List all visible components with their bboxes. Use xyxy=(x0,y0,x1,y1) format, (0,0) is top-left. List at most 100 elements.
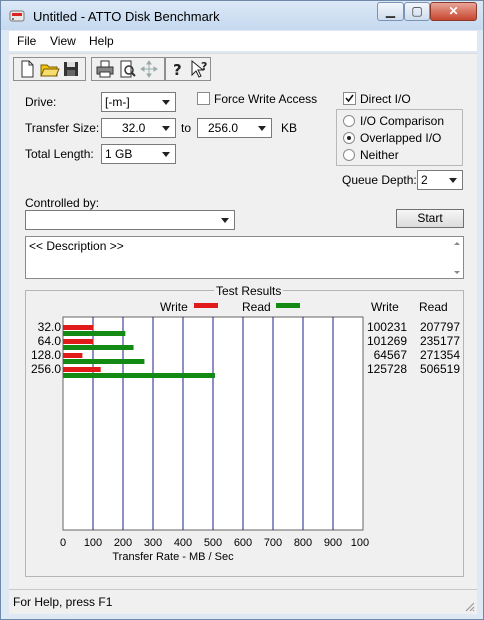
force-write-checkbox[interactable] xyxy=(197,92,210,105)
resize-grip-icon[interactable] xyxy=(463,600,475,612)
read-bar xyxy=(63,373,215,378)
print-preview-icon[interactable] xyxy=(116,58,138,80)
chevron-down-icon xyxy=(162,126,170,131)
menu-file[interactable]: File xyxy=(17,34,36,48)
x-tick-label: 300 xyxy=(144,537,162,549)
controlled-by-label: Controlled by: xyxy=(25,196,100,210)
transfer-to-value: 256.0 xyxy=(208,121,239,135)
test-results-title: Test Results xyxy=(214,284,284,298)
new-file-icon[interactable] xyxy=(16,58,38,80)
toolbar-group-file xyxy=(13,57,86,81)
start-button[interactable]: Start xyxy=(396,209,464,228)
open-folder-icon[interactable] xyxy=(38,58,60,80)
legend-write-swatch xyxy=(194,303,218,308)
toolbar-group-help: ? ? xyxy=(165,57,211,81)
direct-io-label: Direct I/O xyxy=(360,92,411,106)
minimize-button[interactable]: ▁ xyxy=(377,2,404,21)
read-bar xyxy=(63,331,126,336)
column-header-read: Read xyxy=(419,300,448,314)
x-tick-label: 500 xyxy=(204,537,222,549)
radio-selected-dot xyxy=(347,136,351,140)
svg-text:?: ? xyxy=(173,61,182,79)
transfer-size-label: Transfer Size: xyxy=(25,121,100,135)
overlapped-io-label: Overlapped I/O xyxy=(360,131,442,145)
to-label: to xyxy=(181,121,192,135)
queue-depth-value: 2 xyxy=(421,173,428,187)
row-read-value: 235177 xyxy=(419,334,460,348)
move-icon[interactable] xyxy=(138,58,160,80)
status-bar: For Help, press F1 xyxy=(9,589,477,614)
transfer-size-from-select[interactable]: 32.0 xyxy=(101,118,176,138)
queue-depth-label: Queue Depth: xyxy=(342,173,417,187)
read-bar xyxy=(63,359,145,364)
chevron-down-icon xyxy=(258,126,266,131)
row-read-value: 207797 xyxy=(419,320,460,334)
menu-view[interactable]: View xyxy=(50,34,76,48)
queue-depth-select[interactable]: 2 xyxy=(417,170,463,190)
toolbar: ? ? xyxy=(9,53,477,83)
x-tick-label: 200 xyxy=(114,537,132,549)
x-tick-label: 400 xyxy=(174,537,192,549)
description-box[interactable]: << Description >> xyxy=(25,236,464,279)
checkmark-icon xyxy=(345,94,354,103)
description-scrollbar[interactable] xyxy=(452,238,462,278)
toolbar-group-print xyxy=(91,57,165,81)
x-tick-label: 1000 xyxy=(351,537,369,549)
start-button-label: Start xyxy=(417,211,443,225)
chevron-down-icon xyxy=(449,178,457,183)
app-window: Untitled - ATTO Disk Benchmark ▁ ▢ ✕ Fil… xyxy=(0,0,484,620)
description-text: << Description >> xyxy=(29,239,124,253)
transfer-size-to-select[interactable]: 256.0 xyxy=(197,118,272,138)
app-icon xyxy=(9,10,25,22)
io-comparison-label: I/O Comparison xyxy=(360,114,445,128)
status-text: For Help, press F1 xyxy=(13,595,113,609)
minimize-icon: ▁ xyxy=(385,4,396,18)
x-tick-label: 700 xyxy=(264,537,282,549)
column-header-write: Write xyxy=(371,300,399,314)
drive-value: [-m-] xyxy=(105,95,130,109)
drive-label: Drive: xyxy=(25,95,57,109)
svg-text:?: ? xyxy=(201,60,207,73)
help-icon[interactable]: ? xyxy=(166,58,188,80)
row-read-value: 271354 xyxy=(419,348,460,362)
print-icon[interactable] xyxy=(94,58,116,80)
write-bar xyxy=(63,367,101,372)
read-bar xyxy=(63,345,134,350)
kb-label: KB xyxy=(281,121,298,135)
io-comparison-radio[interactable] xyxy=(343,115,355,127)
force-write-label: Force Write Access xyxy=(214,92,318,106)
legend-read-swatch xyxy=(276,303,300,308)
context-help-icon[interactable]: ? xyxy=(188,58,210,80)
neither-radio[interactable] xyxy=(343,149,355,161)
overlapped-io-radio[interactable] xyxy=(343,132,355,144)
write-bar xyxy=(63,353,83,358)
x-tick-label: 600 xyxy=(234,537,252,549)
row-read-value: 506519 xyxy=(419,362,460,376)
window-title: Untitled - ATTO Disk Benchmark xyxy=(33,9,220,24)
drive-select[interactable]: [-m-] xyxy=(101,92,176,112)
total-length-select[interactable]: 1 GB xyxy=(101,144,176,164)
total-length-label: Total Length: xyxy=(25,147,94,161)
maximize-button[interactable]: ▢ xyxy=(404,2,430,21)
save-icon[interactable] xyxy=(60,58,82,80)
chevron-down-icon xyxy=(221,218,229,223)
x-tick-label: 900 xyxy=(324,537,342,549)
controlled-by-select[interactable] xyxy=(25,210,235,230)
menu-help[interactable]: Help xyxy=(89,34,114,48)
write-bar xyxy=(63,339,94,344)
x-tick-label: 100 xyxy=(84,537,102,549)
transfer-rate-chart: 0 100 200 300 400 500 600 700 800 900 1000 Transfer… xyxy=(60,316,369,563)
close-icon: ✕ xyxy=(448,4,459,18)
total-length-value: 1 GB xyxy=(105,147,133,161)
title-bar[interactable]: Untitled - ATTO Disk Benchmark ▁ ▢ ✕ xyxy=(1,1,483,30)
chevron-down-icon xyxy=(162,152,170,157)
close-button[interactable]: ✕ xyxy=(430,2,477,21)
menu-bar: File View Help xyxy=(9,31,477,51)
chevron-down-icon xyxy=(162,100,170,105)
x-tick-label: 0 xyxy=(60,537,66,549)
transfer-from-value: 32.0 xyxy=(122,121,146,135)
direct-io-checkbox[interactable] xyxy=(343,92,356,105)
neither-label: Neither xyxy=(360,148,399,162)
maximize-icon: ▢ xyxy=(411,4,423,18)
client-area: Drive: [-m-] Force Write Access Transfer… xyxy=(9,82,477,589)
